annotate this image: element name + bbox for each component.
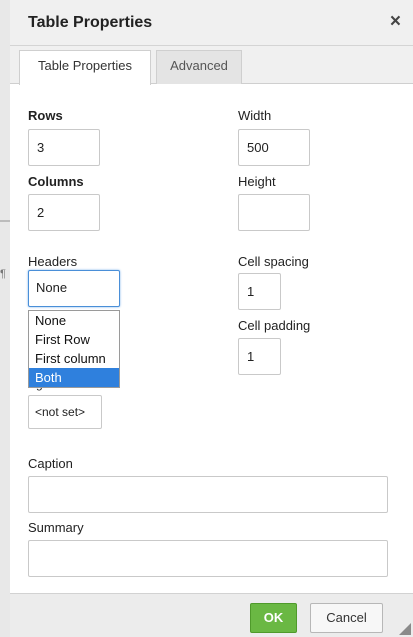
tab-bar: Table Properties Advanced — [10, 46, 413, 85]
headers-option-first-column[interactable]: First column — [29, 349, 119, 368]
tab-table-properties[interactable]: Table Properties — [19, 50, 151, 85]
headers-dropdown-list: None First Row First column Both — [28, 310, 120, 388]
dialog-footer: OK Cancel — [10, 593, 413, 637]
width-input[interactable] — [238, 129, 310, 166]
close-icon[interactable]: × — [390, 11, 401, 33]
width-label: Width — [238, 108, 272, 123]
caption-label: Caption — [28, 456, 73, 471]
alignment-select[interactable]: <not set> — [28, 395, 102, 429]
rows-label: Rows — [28, 108, 63, 123]
caption-input[interactable] — [28, 476, 388, 513]
cancel-button[interactable]: Cancel — [310, 603, 383, 633]
cell-padding-label: Cell padding — [238, 318, 311, 333]
headers-select[interactable]: None — [28, 270, 120, 307]
headers-option-both[interactable]: Both — [29, 368, 119, 387]
headers-option-first-row[interactable]: First Row — [29, 330, 119, 349]
headers-label: Headers — [28, 254, 78, 269]
summary-label: Summary — [28, 520, 84, 535]
cell-padding-input[interactable] — [238, 338, 281, 375]
dialog-titlebar: Table Properties × — [10, 0, 413, 46]
paragraph-mark-icon: ¶ — [0, 268, 6, 280]
cell-spacing-label: Cell spacing — [238, 254, 309, 269]
summary-input[interactable] — [28, 540, 388, 577]
headers-option-none[interactable]: None — [29, 311, 119, 330]
cell-spacing-input[interactable] — [238, 273, 281, 310]
edge-divider — [0, 220, 10, 222]
height-input[interactable] — [238, 194, 310, 231]
table-properties-dialog: ¶ Table Properties × Table Properties Ad… — [0, 0, 413, 637]
dialog-title: Table Properties — [28, 14, 153, 31]
tab-advanced[interactable]: Advanced — [156, 50, 242, 84]
height-label: Height — [238, 174, 276, 189]
rows-input[interactable] — [28, 129, 100, 166]
resize-handle-icon[interactable] — [399, 623, 411, 635]
background-editor-edge: ¶ — [0, 0, 10, 637]
columns-input[interactable] — [28, 194, 100, 231]
ok-button[interactable]: OK — [250, 603, 297, 633]
columns-label: Columns — [28, 174, 84, 189]
